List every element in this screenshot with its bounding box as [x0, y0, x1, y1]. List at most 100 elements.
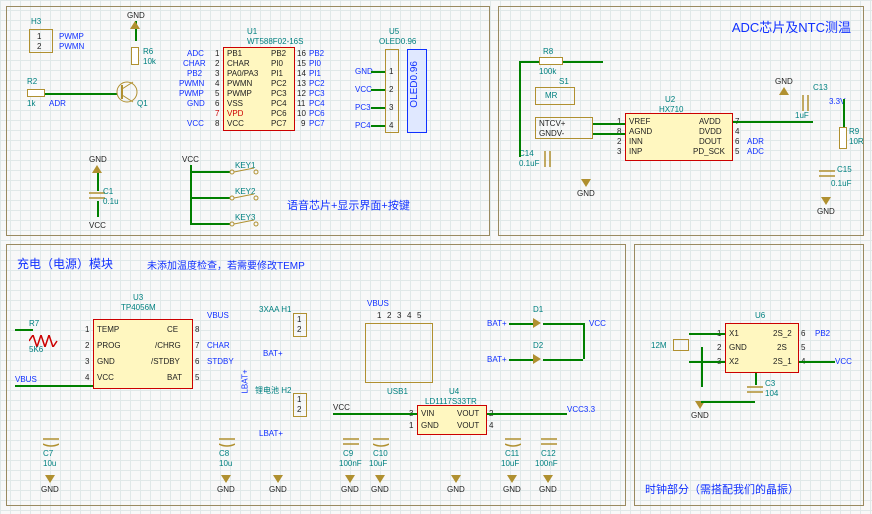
char-net: CHAR [207, 341, 230, 350]
block-voice-display-keys: H3 1 2 PWMP PWMN GND R6 10k R2 1k ADR Q1… [6, 6, 490, 236]
c15-ref: C15 [837, 165, 852, 174]
h2-lbat: LBAT+ [259, 429, 283, 438]
r2-ref: R2 [27, 77, 37, 86]
u4-ln1: 1 [409, 421, 413, 430]
r8-val: 100k [539, 67, 556, 76]
u4-l1: GND [421, 421, 439, 430]
u5-p2: PC3 [355, 103, 371, 112]
wire [97, 173, 99, 191]
wire [519, 61, 521, 157]
u1-l3: PWMN [227, 79, 252, 88]
u2-rn3: 5 [735, 147, 739, 156]
u1-l2: PA0/PA3 [227, 69, 258, 78]
u5-p1: VCC [355, 85, 372, 94]
u3-ln2: 3 [85, 357, 89, 366]
u6-l0: X1 [729, 329, 739, 338]
h1-p2: 2 [297, 325, 301, 334]
c12-val: 100nF [535, 459, 558, 468]
u4-part: LD1117S33TR [425, 397, 477, 406]
block-clock: U6 X1 GND X2 2S_2 2S 2S_1 1 2 3 6 5 4 PB… [634, 244, 864, 506]
u1-rnet4: PC3 [309, 89, 325, 98]
gnd-u4: GND [447, 485, 465, 494]
u1-net-l1: CHAR [183, 59, 206, 68]
u2-ln0: 1 [617, 117, 621, 126]
cap-c7 [43, 437, 59, 447]
u5-n2: 3 [389, 103, 393, 112]
switch-icon [229, 193, 259, 203]
gnd-r: GND [775, 77, 793, 86]
u1-l0: PB1 [227, 49, 242, 58]
lbat-net: LBAT+ [241, 369, 250, 393]
xtal [673, 339, 689, 351]
wire [371, 89, 385, 91]
h3-pin2: 2 [37, 42, 41, 51]
c1-val: 0.1u [103, 197, 119, 206]
u3-rn1: 7 [195, 341, 199, 350]
u6-l1: GND [729, 343, 747, 352]
wire [15, 385, 93, 387]
u1-r5: PC4 [271, 99, 287, 108]
u6-r1: 2S [777, 343, 787, 352]
r9-val: 10R [849, 137, 864, 146]
u2-l2: INP [629, 147, 642, 156]
u3-r2: /STDBY [151, 357, 180, 366]
gnd-c10: GND [371, 485, 389, 494]
switch-icon [229, 167, 259, 177]
transistor-icon [115, 77, 139, 107]
wire [190, 171, 230, 173]
r9-ref: R9 [849, 127, 859, 136]
u1-r1: PI0 [271, 59, 283, 68]
clock-caption: 时钟部分（需搭配我们的晶振） [645, 481, 799, 497]
wire [593, 123, 625, 125]
h2-ref: 锂电池 H2 [255, 385, 291, 396]
wire [689, 361, 725, 363]
wire [701, 401, 755, 403]
u3-l2: GND [97, 357, 115, 366]
s1-part: MR [545, 91, 557, 100]
u3-part: TP4056M [121, 303, 156, 312]
wire [543, 323, 583, 325]
usb-p1: 1 [377, 311, 381, 320]
stdby-net: STDBY [207, 357, 234, 366]
u2-ln1: 8 [617, 127, 621, 136]
u3-r0: CE [167, 325, 178, 334]
gnd-icon [543, 475, 553, 483]
u1-net-l5: GND [187, 99, 205, 108]
gnd-clock: GND [691, 411, 709, 420]
ntc-n: GNDV- [539, 129, 564, 138]
gnd-r2: GND [817, 207, 835, 216]
u1-r4: PC3 [271, 89, 287, 98]
u2-rnet3: ADC [747, 147, 764, 156]
cap-c9 [343, 437, 359, 447]
usb-vbus: VBUS [367, 299, 389, 308]
u1-rnet7: PC7 [309, 119, 325, 128]
u2-l1: INN [629, 137, 643, 146]
wire [701, 347, 703, 387]
gnd-icon [581, 179, 591, 187]
u1-rn2: 14 [297, 69, 306, 78]
u1-l5: VSS [227, 99, 243, 108]
u3-rn0: 8 [195, 325, 199, 334]
block-caption: 语音芯片+显示界面+按键 [287, 197, 410, 213]
u4-l0: VIN [421, 409, 434, 418]
u1-net-l4: PWMP [179, 89, 204, 98]
u1-ref: U1 [247, 27, 257, 36]
u3-ln1: 2 [85, 341, 89, 350]
u3-l0: TEMP [97, 325, 119, 334]
u6-l2: X2 [729, 357, 739, 366]
u2-l0: VREF [629, 117, 650, 126]
h2-p1: 1 [297, 395, 301, 404]
u2-rnet2: ADR [747, 137, 764, 146]
s1-ref: S1 [559, 77, 569, 86]
u1-rnet2: PI1 [309, 69, 321, 78]
u5-n3: 4 [389, 121, 393, 130]
wire [755, 373, 757, 385]
wire [333, 413, 417, 415]
cap-c13 [801, 95, 811, 111]
h1-p1: 1 [297, 315, 301, 324]
gnd-icon [92, 165, 102, 173]
u1-ln1: 2 [215, 59, 219, 68]
diode-d2-icon [533, 354, 541, 364]
cap-c15 [819, 169, 835, 179]
u6-rn0: 6 [801, 329, 805, 338]
